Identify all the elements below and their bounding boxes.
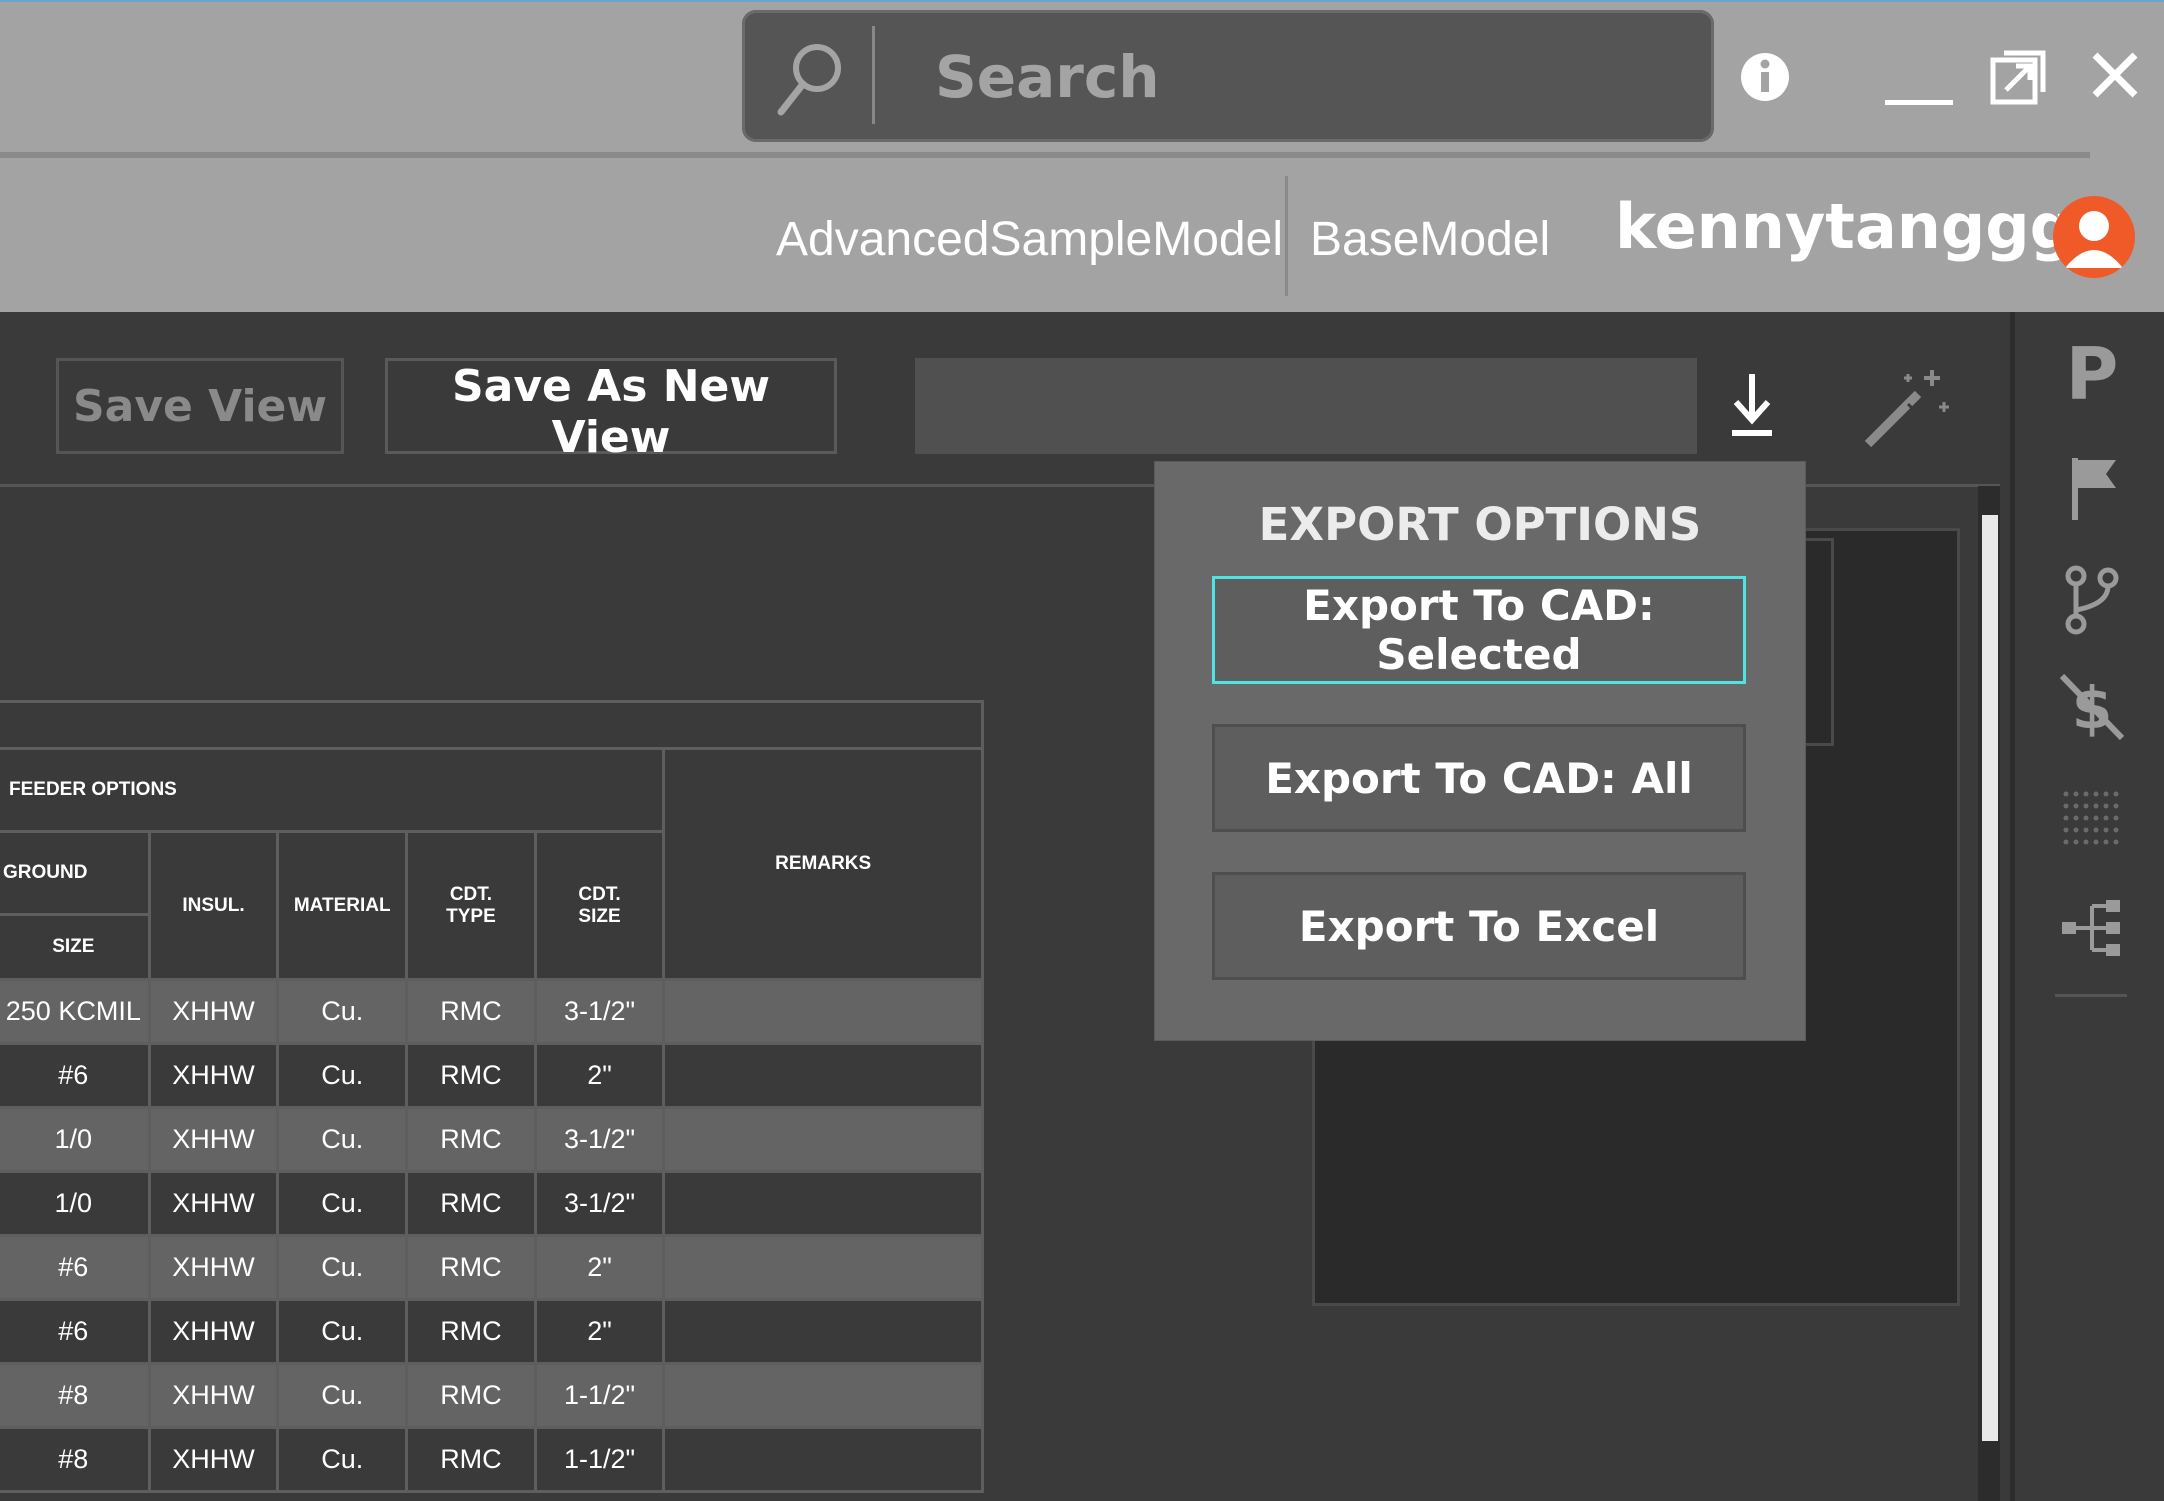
username-label[interactable]: kennytanggg	[1615, 190, 2074, 263]
feeder-options-header: FEEDER OPTIONS	[0, 747, 666, 833]
branch-icon[interactable]	[2056, 564, 2128, 636]
cell-cdt-type[interactable]: RMC	[405, 1298, 537, 1365]
cell-size[interactable]: 1/0	[0, 1170, 151, 1237]
table-row[interactable]: #6 XHHW Cu. RMC 2"	[0, 1298, 984, 1365]
cell-material[interactable]: Cu.	[276, 1106, 409, 1173]
cell-cdt-size[interactable]: 2"	[533, 1234, 666, 1301]
user-icon	[2065, 211, 2123, 268]
table-title-cell	[0, 700, 984, 750]
feeder-table: FEEDER OPTIONS REMARKS GROUND INSUL. MAT…	[0, 700, 988, 1493]
export-cad-all-button[interactable]: Export To CAD: All	[1212, 724, 1746, 832]
cell-cdt-size[interactable]: 3-1/2"	[533, 1170, 666, 1237]
cell-insul[interactable]: XHHW	[147, 1362, 280, 1429]
view-name-field[interactable]	[915, 358, 1697, 454]
cell-cdt-type[interactable]: RMC	[405, 1042, 537, 1109]
search-separator	[872, 26, 875, 124]
header-separator	[1285, 176, 1288, 296]
cell-size[interactable]: #8	[0, 1426, 151, 1493]
cell-insul[interactable]: XHHW	[147, 1298, 280, 1365]
cell-remarks[interactable]	[662, 1426, 984, 1493]
scrollbar-thumb[interactable]	[1982, 515, 1998, 1441]
restore-icon[interactable]	[1990, 50, 2046, 106]
cell-material[interactable]: Cu.	[276, 1042, 409, 1109]
cell-size[interactable]: 1/0	[0, 1106, 151, 1173]
cell-insul[interactable]: XHHW	[147, 1170, 280, 1237]
table-row[interactable]: #6 XHHW Cu. RMC 2"	[0, 1234, 984, 1301]
avatar[interactable]	[2053, 196, 2135, 278]
save-view-button[interactable]: Save View	[56, 358, 344, 454]
cell-cdt-type[interactable]: RMC	[405, 1362, 537, 1429]
cell-cdt-type[interactable]: RMC	[405, 1426, 537, 1493]
search-icon[interactable]	[775, 40, 845, 118]
cell-cdt-size[interactable]: 1-1/2"	[533, 1426, 666, 1493]
cell-insul[interactable]: XHHW	[147, 978, 280, 1045]
cell-remarks[interactable]	[662, 1106, 984, 1173]
cell-remarks[interactable]	[662, 1170, 984, 1237]
cell-remarks[interactable]	[662, 1298, 984, 1365]
cell-cdt-size[interactable]: 3-1/2"	[533, 1106, 666, 1173]
cell-material[interactable]: Cu.	[276, 1170, 409, 1237]
cell-cdt-size[interactable]: 2"	[533, 1298, 666, 1365]
cell-remarks[interactable]	[662, 1042, 984, 1109]
cell-remarks[interactable]	[662, 1362, 984, 1429]
cell-size[interactable]: #8	[0, 1362, 151, 1429]
cell-cdt-size[interactable]: 3-1/2"	[533, 978, 666, 1045]
cell-size[interactable]: #6	[0, 1298, 151, 1365]
insul-header: INSUL.	[147, 830, 280, 981]
flag-icon[interactable]	[2056, 452, 2128, 524]
model-name-label[interactable]: AdvancedSampleModel	[776, 212, 1283, 267]
no-cost-icon[interactable]: $	[2056, 672, 2128, 744]
cell-insul[interactable]: XHHW	[147, 1426, 280, 1493]
p-icon[interactable]: P	[2056, 338, 2128, 410]
table-group-row: FEEDER OPTIONS REMARKS	[0, 747, 984, 981]
table-row[interactable]: 1/0 XHHW Cu. RMC 3-1/2"	[0, 1106, 984, 1173]
cdt-size-header: CDT. SIZE	[533, 830, 666, 981]
table-row[interactable]: #8 XHHW Cu. RMC 1-1/2"	[0, 1426, 984, 1493]
cell-size[interactable]: 250 KCMIL	[0, 978, 151, 1045]
cdt-type-header: CDT. TYPE	[405, 830, 537, 981]
cell-material[interactable]: Cu.	[276, 1426, 409, 1493]
close-icon[interactable]	[2090, 50, 2140, 100]
ground-header: GROUND	[0, 830, 151, 916]
cell-size[interactable]: #6	[0, 1234, 151, 1301]
cell-material[interactable]: Cu.	[276, 1362, 409, 1429]
magic-wand-icon[interactable]	[1860, 362, 1950, 452]
info-icon[interactable]	[1740, 52, 1790, 102]
export-options-title: EXPORT OPTIONS	[1258, 498, 1702, 551]
table-title-row	[0, 700, 984, 750]
cell-material[interactable]: Cu.	[276, 1234, 409, 1301]
cell-cdt-size[interactable]: 1-1/2"	[533, 1362, 666, 1429]
cell-size[interactable]: #6	[0, 1042, 151, 1109]
size-header: SIZE	[0, 913, 151, 981]
cell-cdt-type[interactable]: RMC	[405, 1234, 537, 1301]
cell-material[interactable]: Cu.	[276, 978, 409, 1045]
cell-remarks[interactable]	[662, 1234, 984, 1301]
cell-insul[interactable]: XHHW	[147, 1042, 280, 1109]
minimize-icon[interactable]	[1885, 68, 1953, 108]
cell-cdt-type[interactable]: RMC	[405, 1170, 537, 1237]
cell-cdt-type[interactable]: RMC	[405, 978, 537, 1045]
grid-icon[interactable]	[2056, 780, 2128, 852]
cell-insul[interactable]: XHHW	[147, 1106, 280, 1173]
rail-divider	[2055, 994, 2127, 997]
cell-remarks[interactable]	[662, 978, 984, 1045]
table-row[interactable]: 1/0 XHHW Cu. RMC 3-1/2"	[0, 1170, 984, 1237]
hierarchy-icon[interactable]	[2056, 892, 2128, 964]
cell-cdt-size[interactable]: 2"	[533, 1042, 666, 1109]
cell-cdt-type[interactable]: RMC	[405, 1106, 537, 1173]
cell-insul[interactable]: XHHW	[147, 1234, 280, 1301]
export-cad-selected-button[interactable]: Export To CAD: Selected	[1212, 576, 1746, 684]
table-row[interactable]: #6 XHHW Cu. RMC 2"	[0, 1042, 984, 1109]
table-row[interactable]: 250 KCMIL XHHW Cu. RMC 3-1/2"	[0, 978, 984, 1045]
base-model-label[interactable]: BaseModel	[1310, 212, 1550, 267]
export-excel-button[interactable]: Export To Excel	[1212, 872, 1746, 980]
material-header: MATERIAL	[276, 830, 409, 981]
title-bar-divider	[0, 152, 2090, 158]
remarks-header: REMARKS	[662, 747, 984, 981]
save-as-new-view-button[interactable]: Save As New View	[385, 358, 837, 463]
cell-material[interactable]: Cu.	[276, 1298, 409, 1365]
download-icon[interactable]	[1728, 370, 1776, 440]
search-input[interactable]	[935, 42, 1635, 112]
table-row[interactable]: #8 XHHW Cu. RMC 1-1/2"	[0, 1362, 984, 1429]
